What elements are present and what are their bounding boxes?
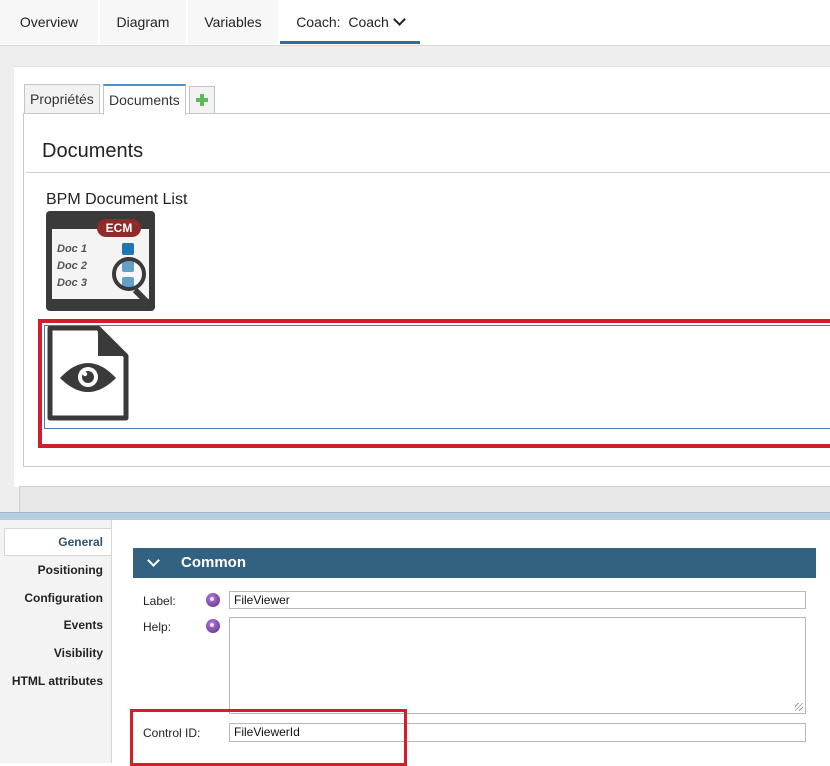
doc-item: Doc 1: [57, 243, 87, 255]
sidebar-item-configuration[interactable]: Configuration: [24, 591, 103, 605]
sidebar-item-html-attributes[interactable]: HTML attributes: [12, 674, 103, 688]
canvas-footer-bar: [19, 486, 830, 514]
tab-proprietes[interactable]: Propriétés: [24, 84, 100, 113]
chevron-down-icon: [147, 554, 160, 567]
tab-coach-value: Coach: [348, 14, 389, 30]
common-section-header[interactable]: Common: [133, 548, 816, 578]
sidebar-item-visibility[interactable]: Visibility: [54, 646, 103, 660]
common-section-title: Common: [181, 554, 246, 571]
variable-binding-icon[interactable]: [206, 619, 220, 633]
bpm-document-list-label: BPM Document List: [46, 191, 188, 208]
resize-grip-icon[interactable]: [795, 703, 803, 711]
ecm-badge: ECM: [97, 219, 141, 237]
variable-binding-icon[interactable]: [206, 593, 220, 607]
label-input[interactable]: FileViewer: [229, 591, 806, 609]
sidebar-item-general[interactable]: General: [4, 528, 111, 556]
highlight-box: [38, 319, 830, 448]
section-title: Documents: [42, 140, 144, 162]
top-tab-bar: Overview Diagram Variables Coach: Coach: [0, 0, 830, 46]
properties-sidebar: General Positioning Configuration Events…: [0, 520, 112, 763]
ecm-document-list-icon[interactable]: ECM Doc 1 Doc 2 Doc 3: [46, 211, 155, 311]
highlight-box: [130, 709, 407, 766]
doc-item: Doc 2: [57, 260, 87, 272]
label-field-label: Label:: [143, 594, 176, 608]
image-icon: [122, 243, 134, 255]
tab-diagram[interactable]: Diagram: [100, 0, 186, 44]
tab-coach[interactable]: Coach: Coach: [280, 0, 420, 44]
sidebar-item-events[interactable]: Events: [64, 618, 103, 632]
add-tab-button[interactable]: [189, 86, 215, 113]
help-textarea[interactable]: [229, 617, 806, 714]
sidebar-item-positioning[interactable]: Positioning: [38, 563, 103, 577]
divider: [26, 172, 830, 173]
doc-item: Doc 3: [57, 277, 87, 289]
magnifier-icon: [112, 257, 146, 291]
chevron-down-icon[interactable]: [392, 13, 406, 26]
tab-documents[interactable]: Documents: [103, 84, 186, 115]
help-field-label: Help:: [143, 620, 172, 634]
tab-coach-prefix: Coach:: [296, 14, 341, 30]
tab-overview[interactable]: Overview: [0, 0, 98, 44]
tab-variables[interactable]: Variables: [188, 0, 278, 44]
